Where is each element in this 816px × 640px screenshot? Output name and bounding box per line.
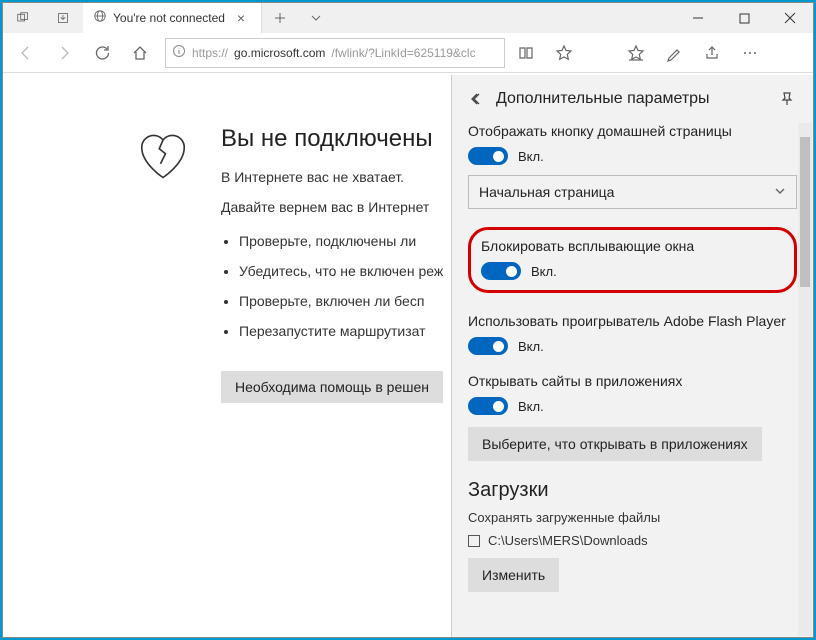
downloads-heading: Загрузки: [468, 479, 797, 502]
url-host: go.microsoft.com: [234, 46, 325, 60]
home-button-label: Отображать кнопку домашней страницы: [468, 123, 797, 139]
toolbar: https:// go.microsoft.com/fwlink/?LinkId=…: [3, 33, 813, 73]
tab-title: You're not connected: [113, 11, 225, 25]
back-button[interactable]: [9, 36, 43, 70]
minimize-button[interactable]: [675, 3, 721, 33]
list-item: Убедитесь, что не включен реж: [239, 263, 443, 279]
settings-header: Дополнительные параметры: [452, 75, 813, 123]
tab-overview-button[interactable]: [3, 3, 43, 33]
highlighted-section: Блокировать всплывающие окна Вкл.: [468, 227, 797, 293]
settings-title: Дополнительные параметры: [496, 90, 710, 108]
flash-toggle[interactable]: [468, 337, 508, 355]
url-protocol: https://: [192, 46, 228, 60]
home-button-toggle[interactable]: [468, 147, 508, 165]
info-icon: [172, 44, 186, 61]
notes-button[interactable]: [657, 36, 691, 70]
titlebar: You're not connected ×: [3, 3, 813, 33]
close-window-button[interactable]: [767, 3, 813, 33]
error-text: Давайте вернем вас в Интернет: [221, 199, 443, 215]
error-subtitle: В Интернете вас не хватает.: [221, 169, 443, 185]
downloads-path: C:\Users\MERS\Downloads: [488, 533, 648, 548]
change-path-button[interactable]: Изменить: [468, 558, 559, 592]
url-path: /fwlink/?LinkId=625119&clc: [331, 46, 475, 60]
list-item: Проверьте, включен ли бесп: [239, 293, 443, 309]
refresh-button[interactable]: [85, 36, 119, 70]
share-button[interactable]: [695, 36, 729, 70]
toggle-on-text: Вкл.: [518, 399, 544, 414]
popup-toggle[interactable]: [481, 262, 521, 280]
list-item: Проверьте, подключены ли: [239, 233, 443, 249]
settings-body: Отображать кнопку домашней страницы Вкл.…: [452, 123, 813, 637]
home-button[interactable]: [123, 36, 157, 70]
home-page-dropdown[interactable]: Начальная страница: [468, 175, 797, 209]
favorite-button[interactable]: [547, 36, 581, 70]
downloads-subtext: Сохранять загруженные файлы: [468, 510, 797, 525]
scroll-thumb[interactable]: [800, 137, 810, 287]
choose-apps-button[interactable]: Выберите, что открывать в приложениях: [468, 427, 762, 461]
apps-toggle[interactable]: [468, 397, 508, 415]
chevron-down-icon: [774, 184, 786, 200]
toggle-on-text: Вкл.: [531, 264, 557, 279]
settings-scrollbar[interactable]: [798, 123, 812, 636]
pin-button[interactable]: [775, 87, 799, 111]
tab-menu-button[interactable]: [298, 3, 334, 33]
toggle-on-text: Вкл.: [518, 149, 544, 164]
toggle-on-text: Вкл.: [518, 339, 544, 354]
reading-view-button[interactable]: [509, 36, 543, 70]
favorites-hub-button[interactable]: [619, 36, 653, 70]
folder-icon: [468, 535, 480, 547]
globe-icon: [93, 9, 107, 28]
more-button[interactable]: [733, 36, 767, 70]
address-bar[interactable]: https:// go.microsoft.com/fwlink/?LinkId=…: [165, 38, 505, 68]
content-area: Вы не подключены В Интернете вас не хват…: [3, 75, 813, 637]
error-suggestions: Проверьте, подключены ли Убедитесь, что …: [239, 233, 443, 339]
new-tab-button[interactable]: [262, 3, 298, 33]
popup-label: Блокировать всплывающие окна: [481, 238, 784, 254]
apps-label: Открывать сайты в приложениях: [468, 373, 797, 389]
help-button[interactable]: Необходима помощь в решен: [221, 371, 443, 403]
edge-window: You're not connected ×: [2, 2, 814, 638]
downloads-path-row: C:\Users\MERS\Downloads: [468, 533, 797, 548]
tab-close-button[interactable]: ×: [231, 10, 251, 26]
broken-heart-icon: [133, 125, 193, 403]
forward-button[interactable]: [47, 36, 81, 70]
settings-panel: Дополнительные параметры Отображать кноп…: [451, 75, 813, 637]
dropdown-value: Начальная страница: [479, 184, 614, 200]
settings-back-button[interactable]: [466, 87, 490, 111]
set-aside-button[interactable]: [43, 3, 83, 33]
error-title: Вы не подключены: [221, 125, 443, 153]
list-item: Перезапустите маршрутизат: [239, 323, 443, 339]
maximize-button[interactable]: [721, 3, 767, 33]
flash-label: Использовать проигрыватель Adobe Flash P…: [468, 313, 797, 329]
browser-tab[interactable]: You're not connected ×: [83, 3, 262, 33]
